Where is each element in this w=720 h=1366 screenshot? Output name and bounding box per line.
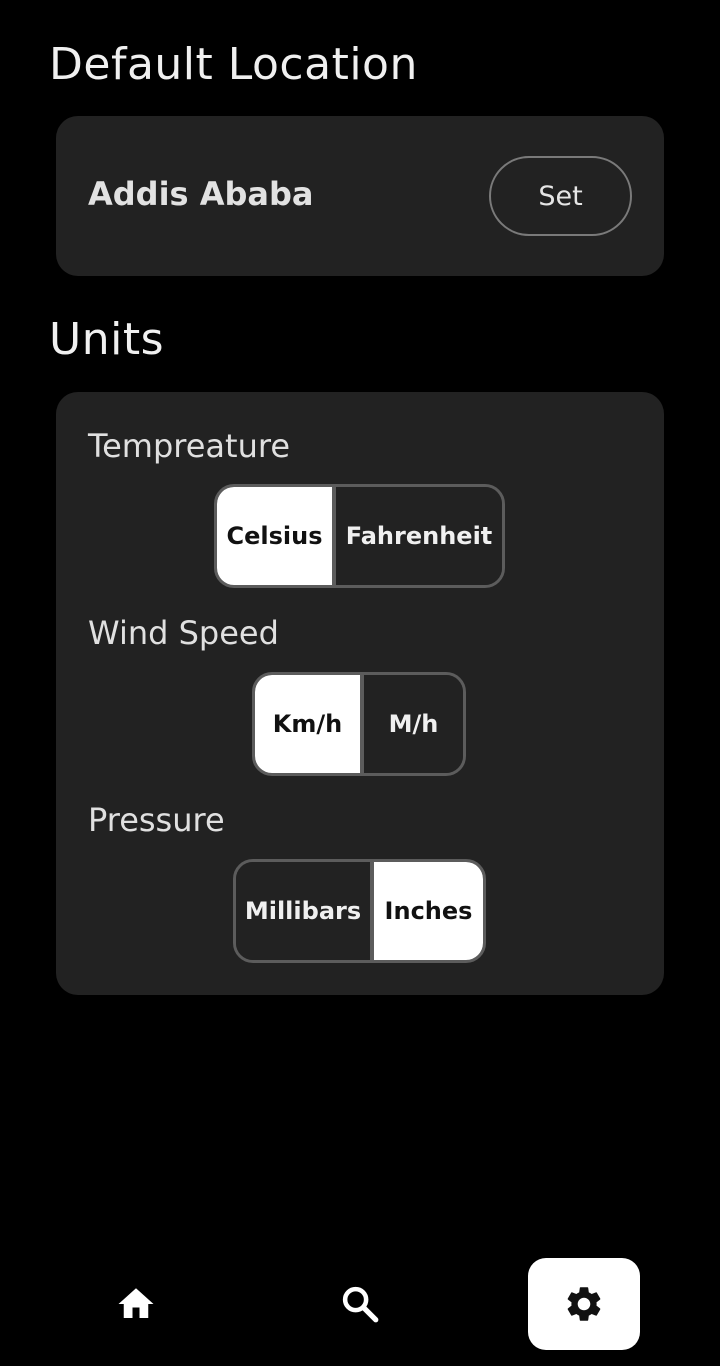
- fahrenheit-option[interactable]: Fahrenheit: [336, 487, 502, 585]
- temperature-toggle: Celsius Fahrenheit: [214, 484, 505, 588]
- gear-icon: [567, 1287, 601, 1321]
- temperature-label: Tempreature: [88, 427, 290, 465]
- celsius-option[interactable]: Celsius: [217, 487, 332, 585]
- default-location-card: Addis Ababa Set: [56, 116, 664, 276]
- inches-option[interactable]: Inches: [374, 862, 483, 960]
- nav-settings-button[interactable]: [528, 1258, 640, 1350]
- pressure-label: Pressure: [88, 801, 225, 839]
- search-icon: [342, 1286, 379, 1323]
- mph-option[interactable]: M/h: [364, 675, 463, 773]
- set-location-button[interactable]: Set: [489, 156, 632, 236]
- location-name: Addis Ababa: [88, 175, 314, 213]
- millibars-option[interactable]: Millibars: [236, 862, 370, 960]
- units-card: Tempreature Celsius Fahrenheit Wind Spee…: [56, 392, 664, 995]
- nav-home-button[interactable]: [80, 1258, 192, 1350]
- wind-speed-toggle: Km/h M/h: [252, 672, 466, 776]
- pressure-toggle: Millibars Inches: [233, 859, 486, 963]
- kmh-option[interactable]: Km/h: [255, 675, 360, 773]
- home-icon: [118, 1288, 154, 1318]
- settings-screen: Default Location Addis Ababa Set Units T…: [0, 0, 720, 1366]
- units-title: Units: [49, 314, 164, 365]
- default-location-title: Default Location: [49, 39, 418, 90]
- wind-speed-label: Wind Speed: [88, 614, 279, 652]
- nav-search-button[interactable]: [304, 1258, 416, 1350]
